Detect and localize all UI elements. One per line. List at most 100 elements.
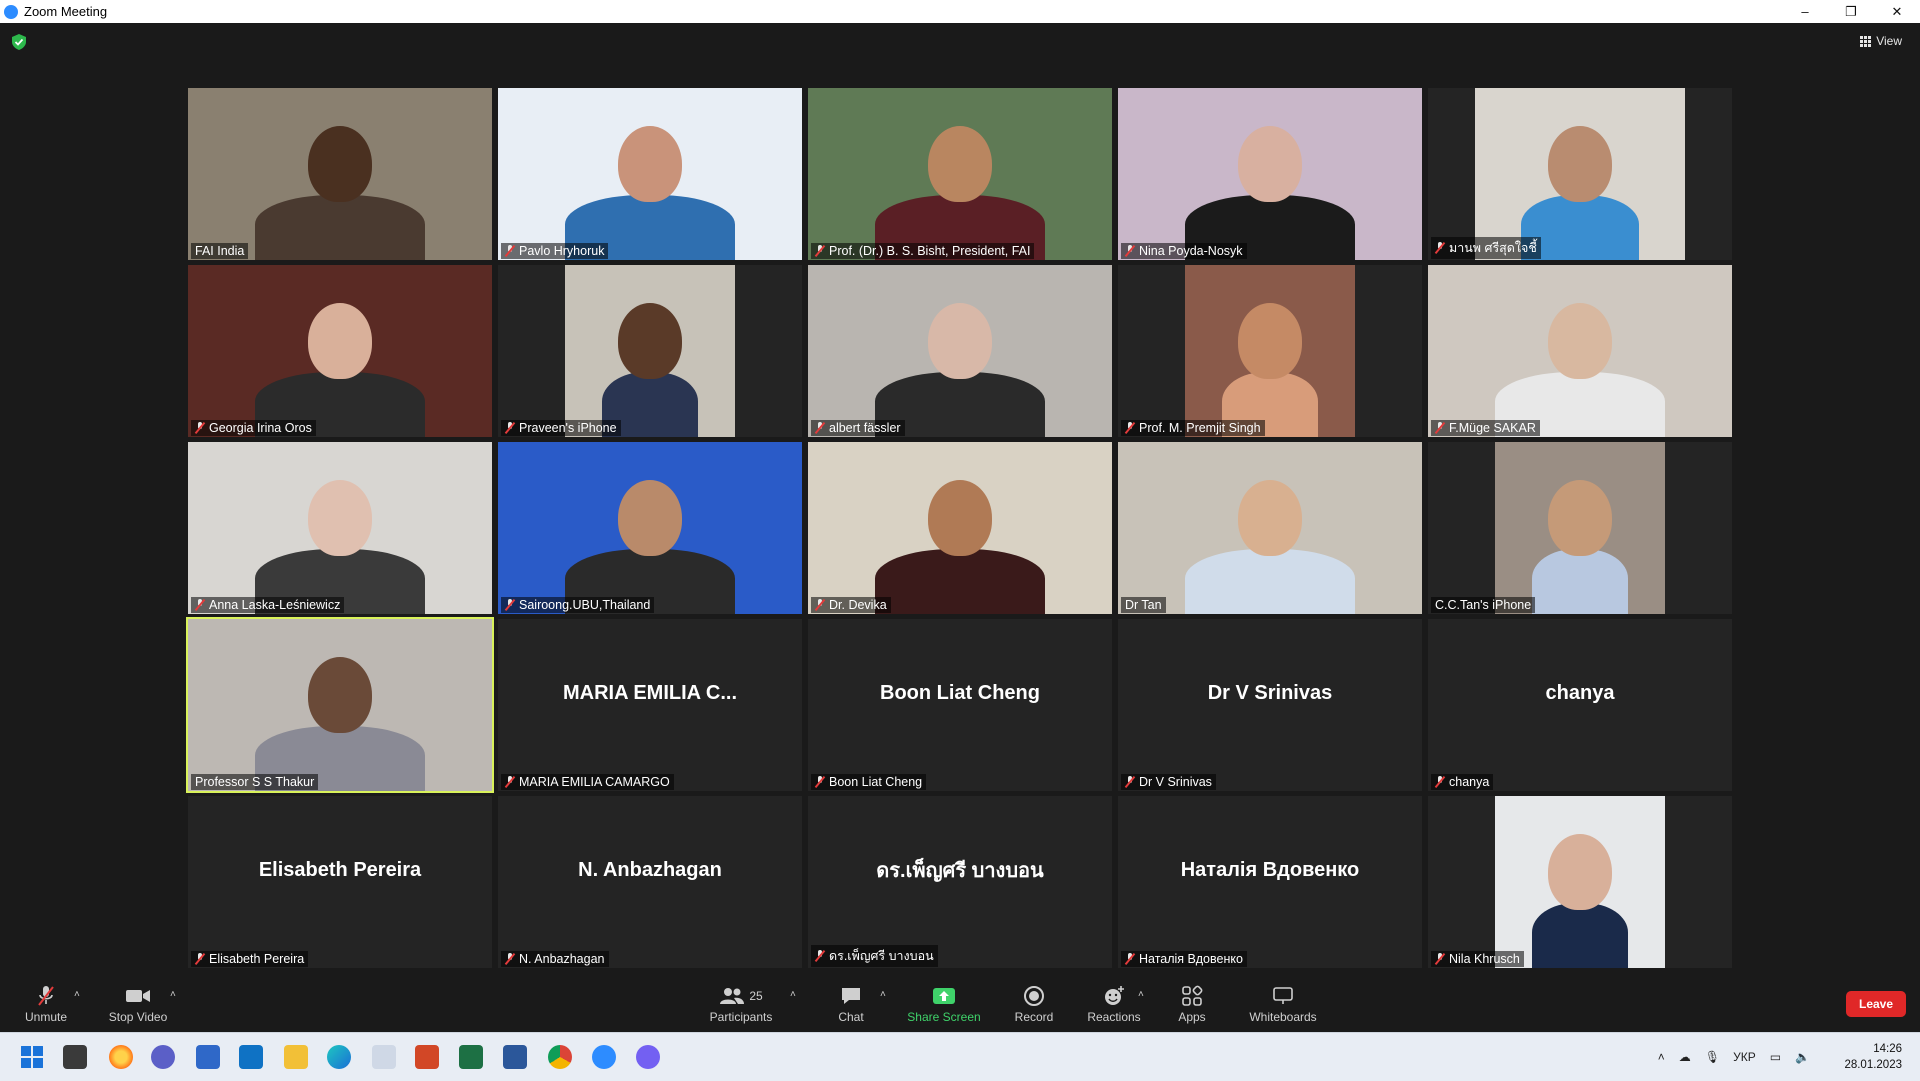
participant-tile[interactable]: Praveen's iPhone bbox=[498, 265, 802, 437]
close-button[interactable]: ✕ bbox=[1874, 0, 1920, 23]
participant-name: Dr. Devika bbox=[829, 598, 887, 612]
view-button[interactable]: View bbox=[1860, 34, 1902, 48]
tray-overflow-chevron-icon[interactable]: ˄ bbox=[1658, 1050, 1665, 1064]
participant-tile[interactable]: FAI India bbox=[188, 88, 492, 260]
share-screen-label: Share Screen bbox=[907, 1010, 981, 1024]
participant-tile[interactable]: Elisabeth Pereira Elisabeth Pereira bbox=[188, 796, 492, 968]
share-screen-button[interactable]: Share Screen bbox=[906, 985, 982, 1024]
reactions-options-caret[interactable]: ˄ bbox=[1138, 989, 1144, 1000]
minimize-button[interactable]: – bbox=[1782, 0, 1828, 23]
muted-mic-icon bbox=[1125, 422, 1135, 434]
participant-name: albert fässler bbox=[829, 421, 901, 435]
participant-tile[interactable]: albert fässler bbox=[808, 265, 1112, 437]
participant-display-name: Наталія Вдовенко bbox=[1180, 858, 1360, 881]
participant-tile[interactable]: C.C.Tan's iPhone bbox=[1428, 442, 1732, 614]
participant-name: N. Anbazhagan bbox=[519, 952, 605, 966]
participant-tile[interactable]: Dr Tan bbox=[1118, 442, 1422, 614]
whiteboards-button[interactable]: Whiteboards bbox=[1246, 985, 1320, 1024]
system-clock[interactable]: 14:26 28.01.2023 bbox=[1844, 1041, 1902, 1073]
participant-figure bbox=[1184, 548, 1356, 614]
outlook-icon[interactable] bbox=[239, 1045, 263, 1069]
participant-video bbox=[1495, 796, 1665, 968]
muted-mic-icon bbox=[1435, 776, 1445, 788]
reactions-button[interactable]: Reactions bbox=[1086, 985, 1142, 1024]
participant-tile[interactable]: Georgia Irina Oros bbox=[188, 265, 492, 437]
participant-tile[interactable]: Anna Laska-Leśniewicz bbox=[188, 442, 492, 614]
participants-options-caret[interactable]: ˄ bbox=[790, 989, 796, 1000]
participant-tile[interactable]: F.Müge SAKAR bbox=[1428, 265, 1732, 437]
participant-name: Elisabeth Pereira bbox=[209, 952, 305, 966]
chat-options-caret[interactable]: ˄ bbox=[880, 989, 886, 1000]
participant-tile[interactable]: Prof. (Dr.) B. S. Bisht, President, FAI bbox=[808, 88, 1112, 260]
participant-tile[interactable]: chanya chanya bbox=[1428, 619, 1732, 791]
muted-mic-icon bbox=[815, 950, 825, 962]
participants-button[interactable]: 25 Participants bbox=[708, 985, 774, 1024]
viber-icon[interactable] bbox=[636, 1045, 660, 1069]
weather-icon[interactable] bbox=[109, 1045, 133, 1069]
volume-icon[interactable]: 🔈 bbox=[1795, 1050, 1810, 1064]
clock-time: 14:26 bbox=[1873, 1043, 1902, 1055]
participant-tile[interactable]: มานพ ศรีสุดใจชี้ bbox=[1428, 88, 1732, 260]
unmute-button[interactable]: Unmute bbox=[22, 985, 70, 1024]
stop-video-button[interactable]: Stop Video bbox=[108, 985, 168, 1024]
clock-date: 28.01.2023 bbox=[1844, 1059, 1902, 1071]
language-indicator[interactable]: УКР bbox=[1733, 1050, 1756, 1064]
participant-figure bbox=[1532, 902, 1628, 968]
file-explorer-icon[interactable] bbox=[284, 1045, 308, 1069]
onedrive-cloud-icon[interactable]: ☁ bbox=[1679, 1050, 1691, 1064]
participant-tile[interactable]: Boon Liat Cheng Boon Liat Cheng bbox=[808, 619, 1112, 791]
apps-button[interactable]: Apps bbox=[1172, 985, 1212, 1024]
excel-icon[interactable] bbox=[459, 1045, 483, 1069]
muted-mic-icon bbox=[505, 953, 515, 965]
participant-tile[interactable]: Наталія Вдовенко Наталія Вдовенко bbox=[1118, 796, 1422, 968]
participant-tile[interactable]: Nila Khrusch bbox=[1428, 796, 1732, 968]
edge-browser-icon[interactable] bbox=[327, 1045, 351, 1069]
participant-face bbox=[618, 302, 682, 379]
network-icon[interactable]: ▭ bbox=[1770, 1050, 1781, 1064]
task-view-icon[interactable] bbox=[63, 1045, 87, 1069]
audio-options-caret[interactable]: ˄ bbox=[74, 989, 80, 1000]
participant-video bbox=[1118, 88, 1422, 260]
muted-mic-icon bbox=[1435, 242, 1445, 254]
participant-video bbox=[1428, 265, 1732, 437]
stop-video-label: Stop Video bbox=[108, 1010, 168, 1024]
microsoft-store-icon[interactable] bbox=[196, 1045, 220, 1069]
participant-name: F.Müge SAKAR bbox=[1449, 421, 1536, 435]
participant-tile[interactable]: Dr V Srinivas Dr V Srinivas bbox=[1118, 619, 1422, 791]
participant-tile[interactable]: Dr. Devika bbox=[808, 442, 1112, 614]
scanner-app-icon[interactable] bbox=[372, 1045, 396, 1069]
record-button[interactable]: Record bbox=[1010, 985, 1058, 1024]
participant-video bbox=[188, 88, 492, 260]
participant-tile[interactable]: MARIA EMILIA C... MARIA EMILIA CAMARGO bbox=[498, 619, 802, 791]
teams-chat-icon[interactable] bbox=[151, 1045, 175, 1069]
microphone-tray-icon[interactable]: 🎙 bbox=[1705, 1050, 1720, 1064]
participant-tile[interactable]: Pavlo Hryhoruk bbox=[498, 88, 802, 260]
participant-tile[interactable]: Prof. M. Premjit Singh bbox=[1118, 265, 1422, 437]
participant-face bbox=[1238, 479, 1302, 556]
participant-name-label: Nina Poyda-Nosyk bbox=[1121, 243, 1247, 259]
zoom-taskbar-icon[interactable] bbox=[592, 1045, 616, 1069]
word-icon[interactable] bbox=[503, 1045, 527, 1069]
participant-name: Наталія Вдовенко bbox=[1139, 952, 1243, 966]
participant-tile[interactable]: N. Anbazhagan N. Anbazhagan bbox=[498, 796, 802, 968]
security-shield-icon[interactable] bbox=[12, 34, 26, 50]
participant-tile[interactable]: Nina Poyda-Nosyk bbox=[1118, 88, 1422, 260]
chrome-icon[interactable] bbox=[548, 1045, 572, 1069]
leave-button[interactable]: Leave bbox=[1846, 991, 1906, 1017]
participant-tile[interactable]: ดร.เพ็ญศรี บางบอน ดร.เพ็ญศรี บางบอน bbox=[808, 796, 1112, 968]
participant-name-label: Sairoong.UBU,Thailand bbox=[501, 597, 655, 613]
participant-name: Nina Poyda-Nosyk bbox=[1139, 244, 1243, 258]
participant-tile[interactable]: Sairoong.UBU,Thailand bbox=[498, 442, 802, 614]
restore-button[interactable]: ❐ bbox=[1828, 0, 1874, 23]
participants-icon bbox=[720, 988, 745, 1004]
powerpoint-icon[interactable] bbox=[415, 1045, 439, 1069]
video-options-caret[interactable]: ˄ bbox=[170, 989, 176, 1000]
participant-video bbox=[188, 265, 492, 437]
participant-tile[interactable]: Professor S S Thakur bbox=[186, 617, 494, 793]
participant-name-label: Georgia Irina Oros bbox=[191, 420, 316, 436]
participant-name-label: MARIA EMILIA CAMARGO bbox=[501, 774, 674, 790]
participant-name-label: มานพ ศรีสุดใจชี้ bbox=[1431, 237, 1541, 259]
participant-figure bbox=[874, 548, 1046, 614]
windows-start-icon[interactable] bbox=[20, 1045, 44, 1069]
chat-button[interactable]: Chat bbox=[826, 985, 876, 1024]
